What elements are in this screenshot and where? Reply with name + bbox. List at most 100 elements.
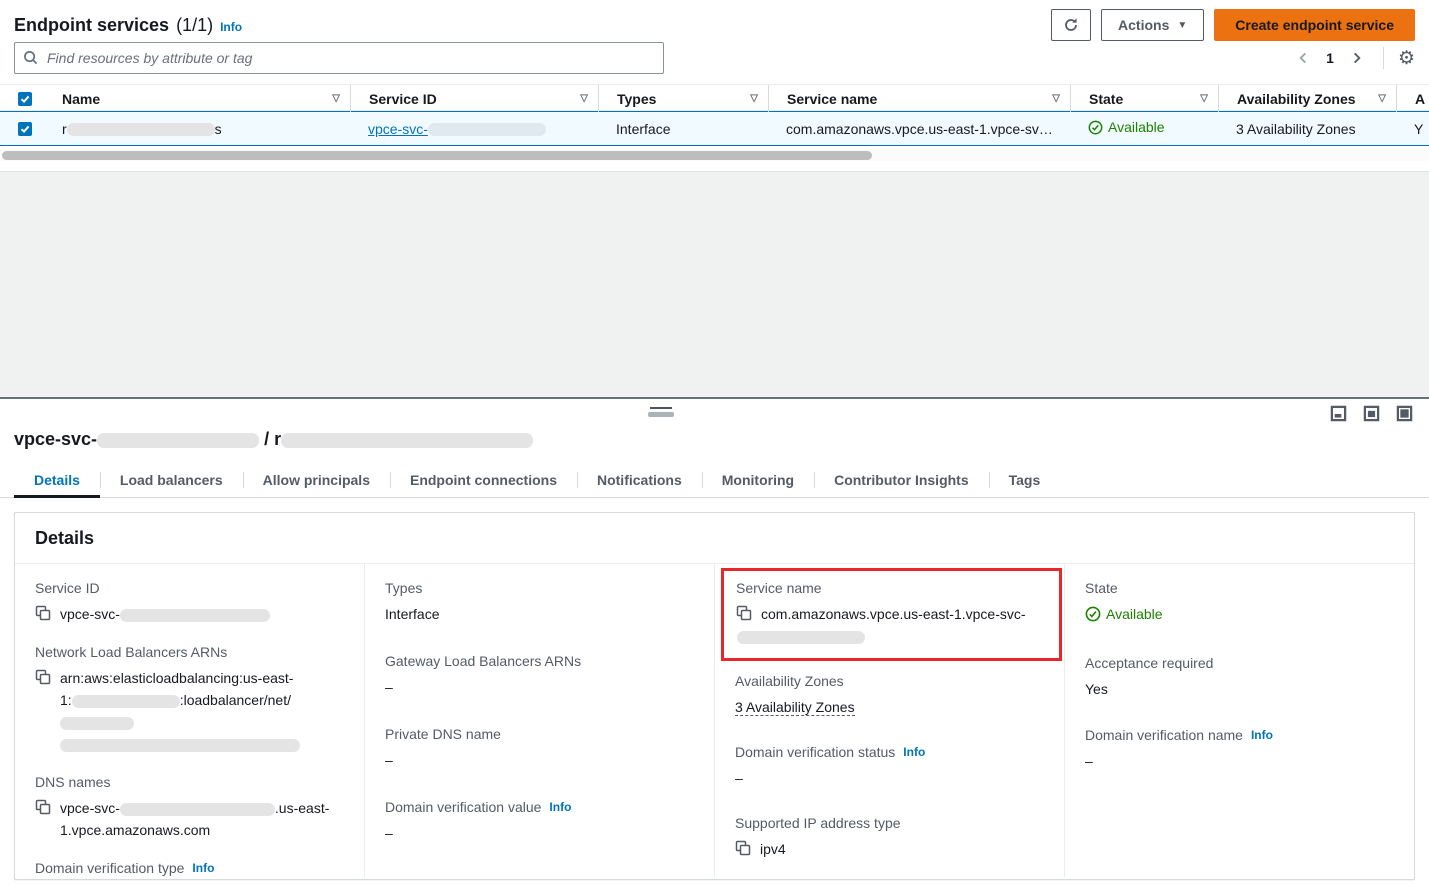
column-header-service-name[interactable]: Service name ▽: [768, 85, 1070, 112]
tab-endpoint-connections[interactable]: Endpoint connections: [390, 465, 577, 497]
check-circle-icon: [1085, 606, 1101, 622]
column-header-service-id[interactable]: Service ID ▽: [350, 85, 598, 112]
split-panel: vpce-svc- / r Details Load balancers All…: [0, 397, 1429, 886]
refresh-button[interactable]: [1051, 9, 1091, 41]
cell-service-id: vpce-svc-: [350, 121, 598, 137]
page-number[interactable]: 1: [1320, 50, 1340, 66]
column-label: State: [1089, 91, 1123, 107]
copy-button[interactable]: [35, 667, 51, 685]
field-label: Acceptance required: [1085, 655, 1398, 671]
field-label: Domain verification type: [35, 860, 184, 876]
service-id-prefix: vpce-svc-: [368, 121, 428, 137]
tab-details[interactable]: Details: [14, 465, 100, 497]
field-label: Types: [385, 580, 698, 596]
panel-small-icon: [1330, 405, 1347, 422]
name-suffix: s: [215, 121, 222, 137]
sort-filter-icon[interactable]: ▽: [332, 93, 340, 104]
sort-filter-icon[interactable]: ▽: [1052, 93, 1060, 104]
row-select-cell: [0, 122, 44, 136]
availability-zones-popover-link[interactable]: 3 Availability Zones: [1236, 121, 1356, 137]
details-card-body: Service ID vpce-svc- Network Load Balanc…: [15, 564, 1414, 877]
select-all-checkbox[interactable]: [18, 92, 32, 106]
panel-size-medium-button[interactable]: [1363, 405, 1380, 422]
previous-page-button[interactable]: [1291, 49, 1316, 67]
info-link[interactable]: Info: [192, 861, 214, 875]
copy-button[interactable]: [35, 603, 51, 621]
copy-button[interactable]: [735, 838, 751, 856]
chevron-right-icon: [1350, 51, 1363, 65]
row-checkbox[interactable]: [18, 122, 32, 136]
field-availability-zones: Availability Zones 3 Availability Zones: [735, 673, 1048, 718]
copy-button[interactable]: [736, 603, 752, 621]
service-name-highlight-box: Service name com.amazonaws.vpce.us-east-…: [721, 568, 1062, 661]
pagination: 1 ⚙: [1291, 47, 1415, 69]
service-id-link[interactable]: vpce-svc-: [368, 121, 546, 137]
info-link[interactable]: Info: [1251, 728, 1273, 742]
nlb-arn-line1: arn:aws:elasticloadbalancing:us-east-: [60, 670, 293, 686]
column-header-types[interactable]: Types ▽: [598, 85, 768, 112]
page-title-group: Endpoint services (1/1) Info: [14, 15, 242, 36]
field-acceptance-required: Acceptance required Yes: [1085, 655, 1398, 700]
split-panel-drag-handle[interactable]: [648, 407, 674, 417]
next-page-button[interactable]: [1344, 49, 1369, 67]
select-all-cell: [0, 85, 44, 112]
panel-size-small-button[interactable]: [1330, 405, 1347, 422]
tab-tags[interactable]: Tags: [989, 465, 1061, 497]
cell-acceptance-cut: Y: [1396, 121, 1429, 137]
page-header: Endpoint services (1/1) Info Actions ▼ C…: [14, 8, 1415, 42]
gear-icon: ⚙: [1398, 48, 1415, 69]
copy-button[interactable]: [35, 797, 51, 815]
field-domain-verification-value: Domain verification value Info –: [385, 799, 698, 844]
horizontal-scrollbar-thumb[interactable]: [2, 151, 872, 160]
details-column-4: State Available Acceptance required Yes: [1065, 564, 1414, 877]
title-separator: /: [264, 429, 269, 449]
tab-monitoring[interactable]: Monitoring: [702, 465, 814, 497]
redacted-text: [60, 739, 300, 752]
drag-handle-icon: [648, 412, 674, 417]
tab-contributor-insights[interactable]: Contributor Insights: [814, 465, 989, 497]
availability-zones-popover-link[interactable]: 3 Availability Zones: [735, 699, 855, 716]
field-value: –: [735, 767, 1048, 789]
redacted-text: [120, 609, 270, 622]
column-header-name[interactable]: Name ▽: [44, 85, 350, 112]
info-link[interactable]: Info: [903, 745, 925, 759]
field-domain-verification-status: Domain verification status Info –: [735, 744, 1048, 789]
panel-size-controls: [1330, 405, 1413, 422]
info-link[interactable]: Info: [549, 800, 571, 814]
field-label: Service name: [736, 580, 1047, 596]
tab-load-balancers[interactable]: Load balancers: [100, 465, 243, 497]
endpoint-services-table: Name ▽ Service ID ▽ Types ▽ Service name…: [0, 84, 1429, 146]
search-box: [14, 42, 664, 74]
field-label: Availability Zones: [735, 673, 1048, 689]
details-card-title: Details: [35, 528, 94, 548]
search-icon: [23, 50, 38, 65]
field-glb-arns: Gateway Load Balancers ARNs –: [385, 653, 698, 698]
create-endpoint-service-button[interactable]: Create endpoint service: [1214, 9, 1415, 41]
column-label: A: [1415, 91, 1425, 107]
field-types: Types Interface: [385, 580, 698, 625]
preferences-gear-button[interactable]: ⚙: [1398, 49, 1415, 68]
actions-button[interactable]: Actions ▼: [1101, 9, 1204, 41]
sort-filter-icon[interactable]: ▽: [580, 93, 588, 104]
sort-filter-icon[interactable]: ▽: [1200, 93, 1208, 104]
field-label: Network Load Balancers ARNs: [35, 644, 348, 660]
column-header-cut-off[interactable]: A: [1396, 85, 1429, 112]
chevron-left-icon: [1297, 51, 1310, 65]
field-service-name: Service name com.amazonaws.vpce.us-east-…: [736, 580, 1047, 647]
sort-filter-icon[interactable]: ▽: [750, 93, 758, 104]
column-label: Availability Zones: [1237, 91, 1356, 107]
tab-notifications[interactable]: Notifications: [577, 465, 702, 497]
ip-type-value: ipv4: [760, 838, 786, 860]
table-row[interactable]: rs vpce-svc- Interface com.amazonaws.vpc…: [0, 111, 1429, 146]
search-input[interactable]: [14, 42, 664, 74]
sort-filter-icon[interactable]: ▽: [1378, 93, 1386, 104]
column-header-availability-zones[interactable]: Availability Zones ▽: [1218, 85, 1396, 112]
page-title: Endpoint services: [14, 15, 169, 36]
column-header-state[interactable]: State ▽: [1070, 85, 1218, 112]
detail-tabs: Details Load balancers Allow principals …: [0, 465, 1429, 498]
field-label: Service ID: [35, 580, 348, 596]
tab-allow-principals[interactable]: Allow principals: [243, 465, 390, 497]
panel-size-large-button[interactable]: [1396, 405, 1413, 422]
header-info-link[interactable]: Info: [220, 20, 242, 34]
title-service-id-prefix: vpce-svc-: [14, 429, 97, 449]
